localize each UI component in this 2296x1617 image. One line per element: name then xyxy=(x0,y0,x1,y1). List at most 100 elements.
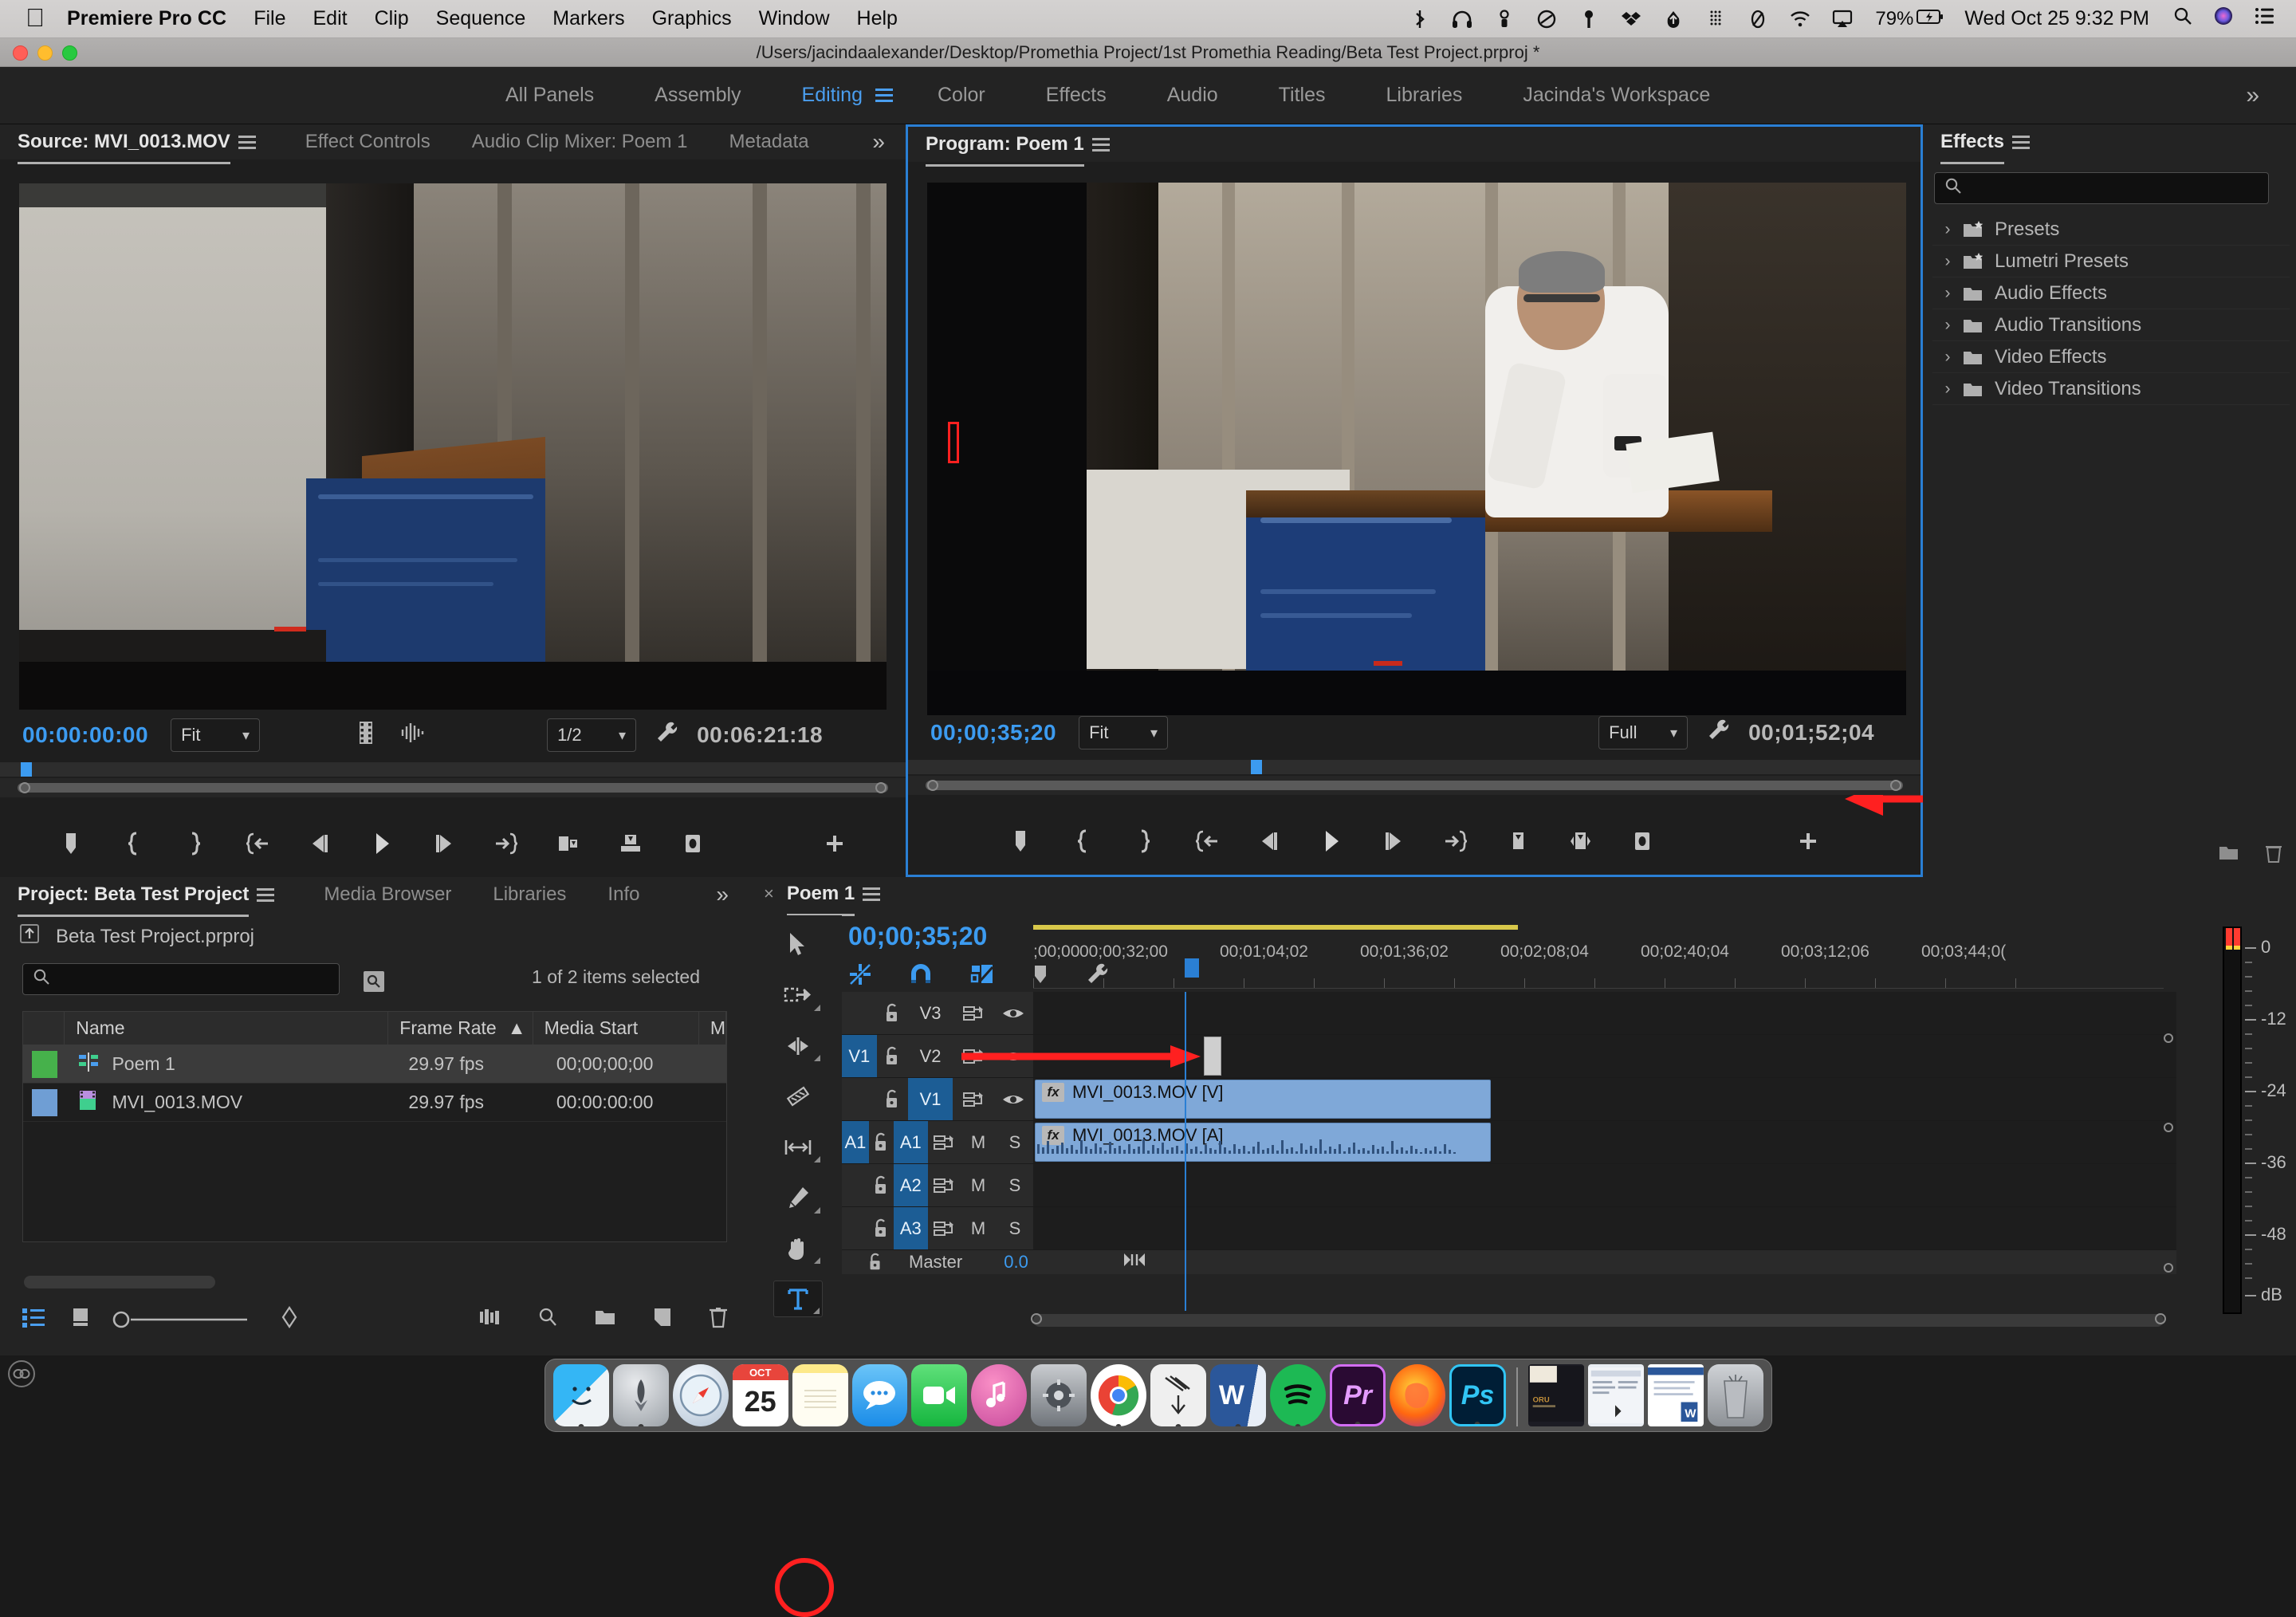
sync-lock-icon[interactable] xyxy=(928,1133,960,1152)
go-to-in-icon[interactable] xyxy=(242,828,273,860)
track-lane-v2[interactable] xyxy=(1033,1035,2176,1077)
column-header-name[interactable]: Name xyxy=(65,1012,388,1045)
source-target-v3[interactable] xyxy=(842,992,877,1034)
toggle-track-output-icon[interactable] xyxy=(993,1048,1033,1065)
solo-button-a3[interactable]: S xyxy=(997,1218,1033,1239)
select-playback-resolution-icon[interactable] xyxy=(356,721,376,750)
filter-bin-content-icon[interactable] xyxy=(360,966,387,1001)
cloud-upload-icon[interactable] xyxy=(1662,8,1684,30)
toggle-track-output-icon[interactable] xyxy=(993,1005,1033,1022)
icon-view-icon[interactable] xyxy=(70,1306,91,1334)
clip-audio[interactable]: fx MVI_0013.MOV [A] xyxy=(1035,1123,1491,1162)
menu-edit[interactable]: Edit xyxy=(313,7,348,30)
close-icon[interactable]: × xyxy=(764,883,774,904)
track-name-v1[interactable]: V1 xyxy=(908,1078,953,1120)
export-frame-icon[interactable] xyxy=(677,828,709,860)
workspace-tab-effects[interactable]: Effects xyxy=(1016,84,1137,107)
lock-icon[interactable] xyxy=(877,1089,909,1110)
menubar-clock[interactable]: Wed Oct 25 9:32 PM xyxy=(1964,7,2149,30)
source-zoom-left-handle[interactable] xyxy=(19,782,30,793)
dock-app-after-effects[interactable] xyxy=(1150,1364,1206,1426)
toggle-track-output-icon[interactable] xyxy=(993,1091,1033,1108)
moon-icon[interactable] xyxy=(1747,8,1768,30)
search-icon[interactable] xyxy=(2173,6,2192,31)
tab-media-browser[interactable]: Media Browser xyxy=(324,877,451,912)
track-lane-v1[interactable]: fx MVI_0013.MOV [V] xyxy=(1033,1078,2176,1120)
dock-app-launchpad[interactable] xyxy=(613,1364,669,1426)
dock-app-calendar[interactable]: OCT 25 xyxy=(733,1364,788,1426)
maximize-window-button[interactable] xyxy=(62,45,77,61)
menu-file[interactable]: File xyxy=(254,7,285,30)
dock-app-system-preferences[interactable] xyxy=(1031,1364,1087,1426)
ripple-edit-tool[interactable] xyxy=(773,1028,823,1064)
program-panel-menu-icon[interactable] xyxy=(1092,138,1110,151)
dock-minimized-window-3[interactable]: W xyxy=(1648,1364,1704,1426)
bluetooth-icon[interactable] xyxy=(1409,8,1430,30)
row-name-cell[interactable]: MVI_0013.MOV xyxy=(65,1084,397,1121)
dock-app-finder[interactable] xyxy=(553,1364,609,1426)
workspace-tab-libraries[interactable]: Libraries xyxy=(1355,84,1492,107)
new-bin-icon[interactable] xyxy=(2218,844,2240,868)
timeline-panel-menu-icon[interactable] xyxy=(863,887,880,901)
source-target-a1[interactable]: A1 xyxy=(842,1121,869,1163)
source-fit-dropdown[interactable]: Fit ▾ xyxy=(171,718,260,752)
timeline-playhead-handle[interactable] xyxy=(1185,958,1199,978)
step-back-icon[interactable] xyxy=(1253,825,1285,857)
workspace-tab-all-panels[interactable]: All Panels xyxy=(475,84,624,107)
delete-icon[interactable] xyxy=(708,1305,729,1335)
tab-libraries[interactable]: Libraries xyxy=(493,877,566,912)
dock-app-word[interactable]: W xyxy=(1210,1364,1266,1426)
play-icon[interactable] xyxy=(1315,825,1347,857)
tab-audio-clip-mixer[interactable]: Audio Clip Mixer: Poem 1 xyxy=(472,124,688,159)
dock-app-safari[interactable] xyxy=(673,1364,729,1426)
menu-clip[interactable]: Clip xyxy=(375,7,409,30)
effects-item-presets[interactable]: › Presets xyxy=(1932,214,2290,246)
program-fit-dropdown[interactable]: Fit ▾ xyxy=(1079,716,1168,749)
source-target-v1-empty[interactable] xyxy=(842,1078,877,1120)
timeline-playhead[interactable] xyxy=(1185,992,1186,1311)
track-lane-a3[interactable] xyxy=(1033,1207,2176,1249)
mark-in-icon[interactable] xyxy=(1067,825,1099,857)
source-settings-wrench-icon[interactable] xyxy=(655,720,679,751)
button-editor-icon[interactable] xyxy=(1792,825,1824,857)
workspace-overflow-icon[interactable]: » xyxy=(2246,82,2259,109)
dock-app-itunes[interactable] xyxy=(971,1364,1027,1426)
pen-tool[interactable] xyxy=(773,1179,823,1215)
workspace-tab-audio[interactable]: Audio xyxy=(1137,84,1248,107)
track-lane-a2[interactable] xyxy=(1033,1164,2176,1206)
source-current-timecode[interactable]: 00:00:00:00 xyxy=(22,722,148,748)
chevron-right-icon[interactable]: › xyxy=(1937,380,1958,399)
timeline-time-ruler[interactable]: ;00;00 00;00;32;00 00;01;04;02 00;01;36;… xyxy=(1033,927,2164,989)
tab-info[interactable]: Info xyxy=(607,877,639,912)
menu-sequence[interactable]: Sequence xyxy=(436,7,526,30)
freeform-icon[interactable] xyxy=(478,1307,502,1333)
program-zoom-pill[interactable] xyxy=(926,781,1903,790)
source-target-v1[interactable]: V1 xyxy=(842,1035,877,1077)
track-select-forward-tool[interactable] xyxy=(773,977,823,1013)
wifi-icon[interactable] xyxy=(1789,8,1810,30)
program-current-timecode[interactable]: 00;00;35;20 xyxy=(930,720,1056,746)
master-track-level[interactable]: 0.0 xyxy=(1004,1252,1028,1273)
tab-source-monitor[interactable]: Source: MVI_0013.MOV xyxy=(18,124,230,159)
slip-tool[interactable] xyxy=(773,1129,823,1165)
find-icon[interactable] xyxy=(537,1306,558,1334)
graphic-clip[interactable] xyxy=(1204,1037,1221,1076)
menu-markers[interactable]: Markers xyxy=(552,7,624,30)
extract-icon[interactable] xyxy=(1564,825,1596,857)
mark-out-icon[interactable] xyxy=(179,828,211,860)
timeline-work-area-bar[interactable] xyxy=(1033,925,1518,930)
dock-app-photoshop[interactable]: Ps xyxy=(1449,1364,1506,1426)
project-tabs-overflow-icon[interactable]: » xyxy=(716,882,729,907)
source-target-a2[interactable] xyxy=(842,1164,869,1206)
control-center-icon[interactable] xyxy=(2255,7,2275,30)
timeline-current-timecode[interactable]: 00;00;35;20 xyxy=(848,922,987,951)
airdrop-icon[interactable] xyxy=(1493,8,1515,30)
insert-icon[interactable] xyxy=(552,828,584,860)
source-zoom-pill[interactable] xyxy=(18,783,888,793)
sync-lock-icon[interactable] xyxy=(928,1219,960,1238)
new-item-icon[interactable] xyxy=(652,1306,673,1334)
lock-icon[interactable] xyxy=(877,1003,909,1024)
source-monitor-video[interactable] xyxy=(19,183,887,710)
tab-metadata[interactable]: Metadata xyxy=(729,124,809,159)
effects-item-video-transitions[interactable]: › Video Transitions xyxy=(1932,373,2290,405)
